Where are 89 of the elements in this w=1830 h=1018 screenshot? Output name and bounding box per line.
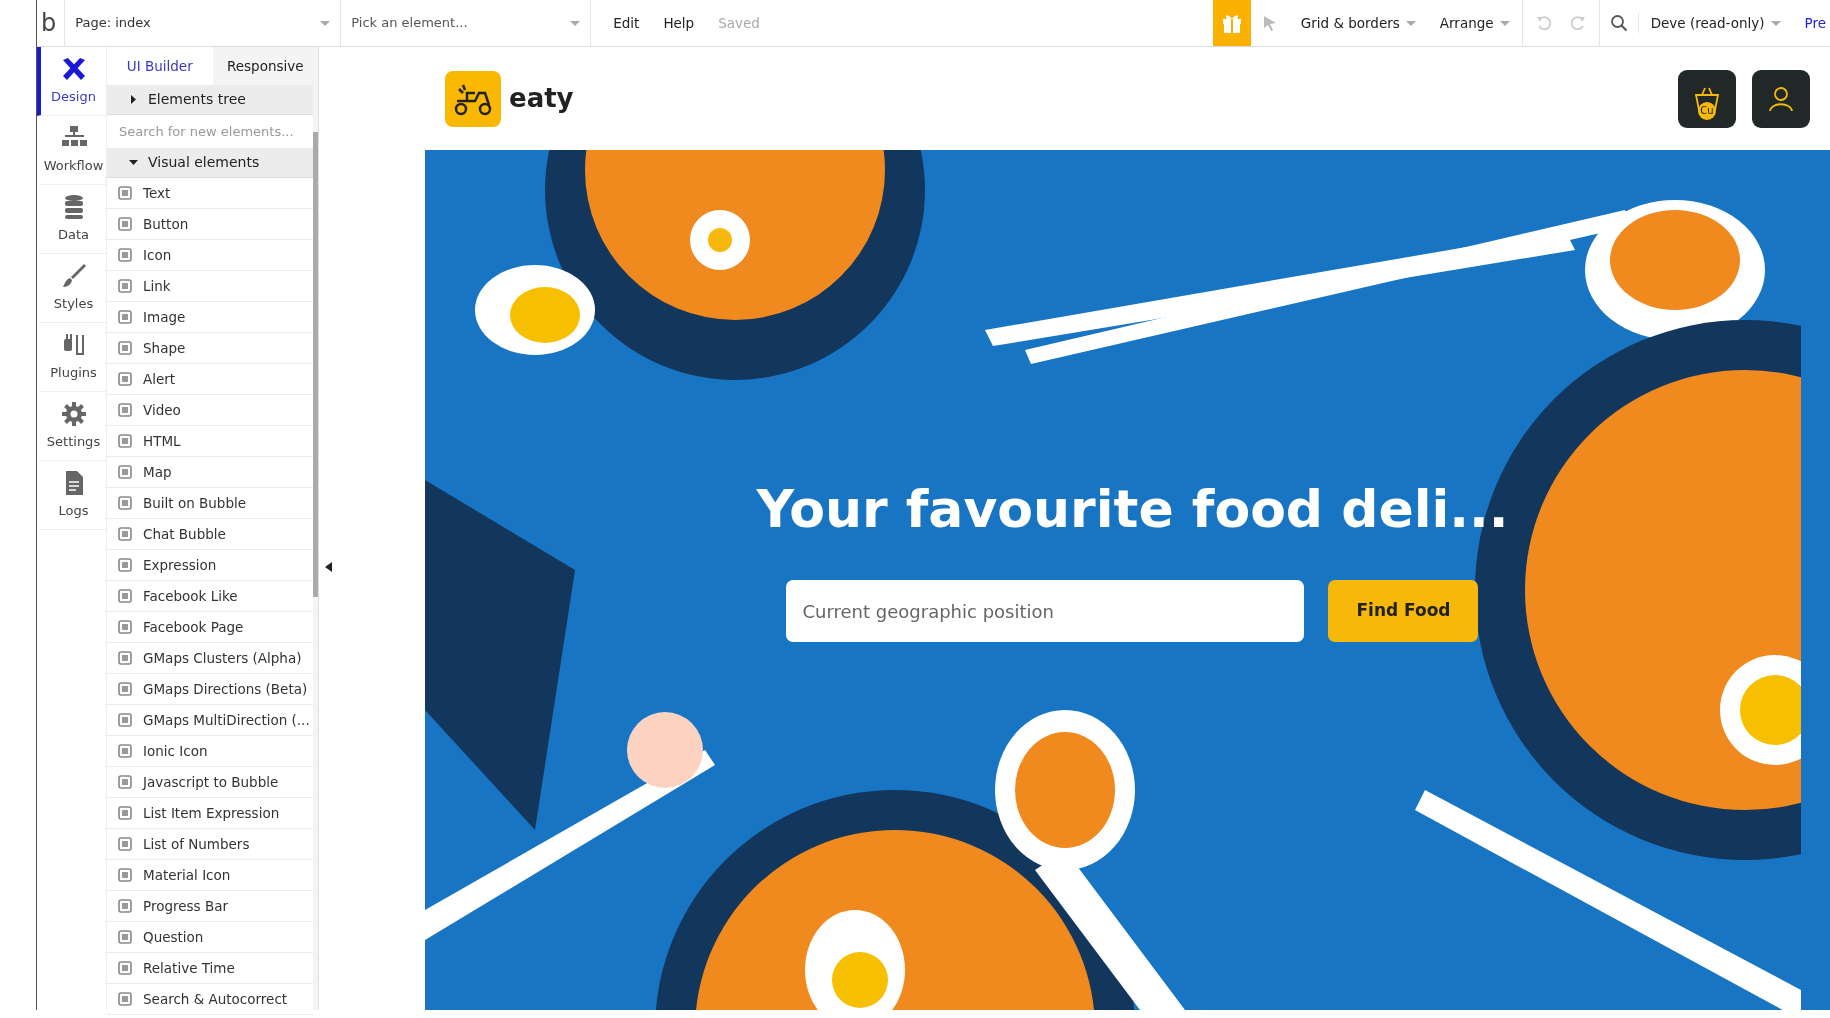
settings-icon	[59, 400, 88, 429]
element-icon	[117, 247, 133, 263]
brand-name: eaty	[509, 82, 574, 115]
element-icon	[117, 774, 133, 790]
sidebar-tab[interactable]: Plugins	[37, 323, 106, 392]
sidebar-tab[interactable]: Styles	[37, 254, 106, 323]
element-list-item[interactable]: List of Numbers	[107, 829, 313, 860]
find-food-button[interactable]: Find Food	[1328, 580, 1479, 643]
basket-button[interactable]: Cu	[1678, 69, 1736, 128]
element-list-item[interactable]: Built on Bubble	[107, 488, 313, 519]
location-field[interactable]: Current geographic position	[786, 580, 1305, 643]
element-list-item[interactable]: Relative Time	[107, 953, 313, 984]
element-icon	[117, 929, 133, 945]
element-list-item[interactable]: Map	[107, 457, 313, 488]
element-list-item[interactable]: Expression	[107, 550, 313, 581]
element-list-item[interactable]: Ionic Icon	[107, 736, 313, 767]
element-list-item[interactable]: GMaps MultiDirection (...	[107, 705, 313, 736]
element-list-item[interactable]: Chat Bubble	[107, 519, 313, 550]
element-list-item[interactable]: HTML	[107, 426, 313, 457]
element-list-item[interactable]: Icon	[107, 240, 313, 271]
version-selector[interactable]: Deve (read-only)	[1637, 12, 1793, 34]
element-list-item[interactable]: Search & Autocorrect	[107, 984, 313, 1015]
element-icon	[117, 495, 133, 511]
element-icon	[117, 402, 133, 418]
element-list-item[interactable]: GMaps Directions (Beta)	[107, 674, 313, 705]
panel-tab[interactable]: UI Builder	[107, 47, 213, 85]
element-icon	[117, 557, 133, 573]
element-icon	[117, 526, 133, 542]
element-list-item[interactable]: Progress Bar	[107, 891, 313, 922]
element-picker[interactable]: Pick an element...	[341, 0, 592, 46]
menu-item[interactable]: Help	[651, 12, 707, 34]
toolbar-dropdown[interactable]: Grid & borders	[1288, 12, 1428, 34]
page-selector[interactable]: Page: index	[65, 0, 342, 46]
element-list-item[interactable]: Alert	[107, 364, 313, 395]
element-list-item[interactable]: Facebook Page	[107, 612, 313, 643]
undo-icon[interactable]	[1534, 14, 1553, 32]
element-icon	[117, 836, 133, 852]
element-icon	[117, 867, 133, 883]
element-list-item[interactable]: Question	[107, 922, 313, 953]
element-icon	[117, 185, 133, 201]
element-icon	[117, 898, 133, 914]
element-list-item[interactable]: Button	[107, 209, 313, 240]
element-icon	[117, 309, 133, 325]
sidebar-tab[interactable]: Logs	[37, 461, 106, 530]
section-header[interactable]: Visual elements	[107, 148, 313, 178]
logo: b	[37, 0, 66, 46]
sidebar-tab[interactable]: Settings	[37, 392, 106, 461]
section-header[interactable]: Elements tree	[107, 85, 313, 115]
element-list-item[interactable]: GMaps Clusters (Alpha)	[107, 643, 313, 674]
element-icon	[117, 712, 133, 728]
element-icon	[117, 433, 133, 449]
element-icon	[117, 278, 133, 294]
element-icon	[117, 991, 133, 1007]
element-icon	[117, 340, 133, 356]
user-button[interactable]	[1752, 69, 1810, 128]
toolbar-dropdown[interactable]: Arrange	[1427, 12, 1522, 34]
element-icon	[117, 681, 133, 697]
element-icon	[117, 805, 133, 821]
gift-icon	[1220, 12, 1243, 34]
element-list-item[interactable]: Javascript to Bubble	[107, 767, 313, 798]
menu-item[interactable]: Edit	[601, 12, 652, 34]
sidebar-tab[interactable]: Data	[37, 185, 106, 254]
element-icon	[117, 371, 133, 387]
element-icon	[117, 588, 133, 604]
element-list-item[interactable]: Material Icon	[107, 860, 313, 891]
element-icon	[117, 650, 133, 666]
preview-link[interactable]: Pre	[1792, 12, 1830, 34]
basket-badge: Cu	[1698, 101, 1716, 120]
user-icon	[1768, 85, 1794, 112]
redo-icon[interactable]	[1568, 14, 1587, 32]
element-icon	[117, 464, 133, 480]
save-status: Saved	[717, 13, 761, 33]
element-list-item[interactable]: Shape	[107, 333, 313, 364]
search-field[interactable]: Search for new elements...	[107, 115, 313, 148]
element-icon	[117, 216, 133, 232]
hero-heading: Your favourite food deli...	[756, 477, 1509, 541]
search-icon[interactable]	[1609, 14, 1628, 32]
element-list-item[interactable]: Video	[107, 395, 313, 426]
element-icon	[117, 619, 133, 635]
sidebar-tab[interactable]: Workflow	[37, 116, 106, 185]
element-list-item[interactable]: List Item Expression	[107, 798, 313, 829]
element-icon	[117, 743, 133, 759]
element-list-item[interactable]: Link	[107, 271, 313, 302]
element-list-item[interactable]: Image	[107, 302, 313, 333]
collapse-arrow-icon[interactable]	[325, 562, 332, 572]
element-icon	[117, 960, 133, 976]
gift-button[interactable]	[1212, 0, 1251, 46]
element-list-item[interactable]: Text	[107, 178, 313, 209]
element-list-item[interactable]: Facebook Like	[107, 581, 313, 612]
